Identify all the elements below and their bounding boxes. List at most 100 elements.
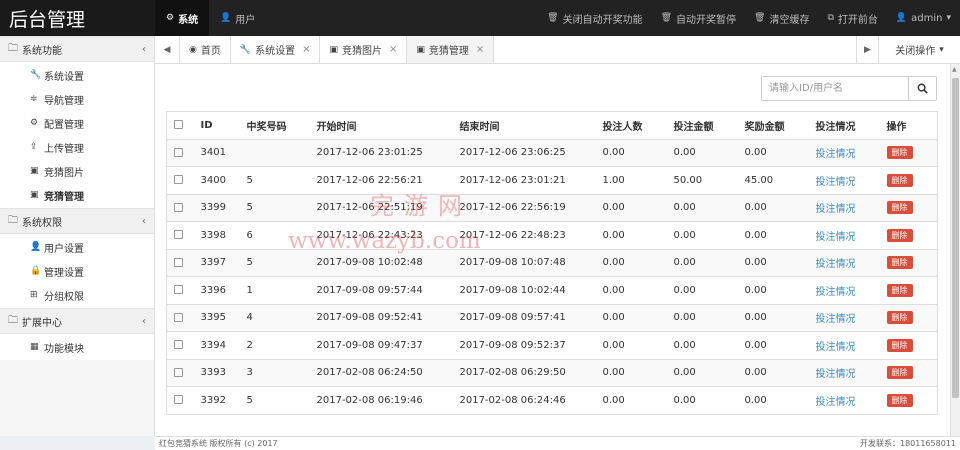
- bet-status-link[interactable]: 投注情况: [816, 397, 856, 408]
- column-header[interactable]: 投注人数: [596, 111, 668, 139]
- column-header[interactable]: 中奖号码: [240, 111, 311, 139]
- row-checkbox[interactable]: [174, 257, 183, 267]
- main-content: ID 中奖号码 开始时间 结束时间 投注人数 投注金额 奖励金额 投注情况 操作…: [155, 64, 950, 436]
- sidebar-item-system-settings[interactable]: 🔧 系统设置: [0, 63, 154, 87]
- bet-status-link[interactable]: 投注情况: [816, 259, 856, 270]
- delete-button[interactable]: 删除: [886, 201, 913, 215]
- tab-system-settings[interactable]: 🔧 系统设置 ×: [231, 36, 321, 63]
- reward-amount-cell: 0.00: [738, 248, 810, 277]
- sidebar-item-quiz-images[interactable]: ▣ 竞猜图片: [0, 159, 154, 183]
- clear-cache-button[interactable]: 🗑 清空缓存: [745, 0, 818, 36]
- close-operations-dropdown[interactable]: 关闭操作 ▾: [878, 36, 960, 63]
- sidebar-item-label: 分组权限: [44, 291, 84, 303]
- column-header[interactable]: 投注情况: [809, 111, 881, 139]
- tab-quiz-manage[interactable]: ▣ 竞猜管理 ×: [407, 36, 495, 63]
- delete-button[interactable]: 删除: [886, 311, 913, 325]
- close-icon[interactable]: ×: [302, 44, 310, 55]
- topnav-user[interactable]: 👤 用户: [209, 0, 266, 36]
- search-box: [761, 76, 937, 101]
- close-icon[interactable]: ×: [389, 44, 397, 55]
- row-checkbox[interactable]: [174, 340, 183, 350]
- delete-button[interactable]: 删除: [886, 146, 913, 160]
- column-header[interactable]: 操作: [880, 111, 938, 139]
- sidebar-item-quiz-manage[interactable]: ▣ 竞猜管理: [0, 183, 154, 207]
- sidebar-item-modules[interactable]: ▦ 功能模块: [0, 335, 154, 359]
- sidebar-item-user-settings[interactable]: 👤 用户设置: [0, 235, 154, 259]
- tab-label: 系统设置: [255, 46, 296, 57]
- bet-status-cell: 投注情况: [809, 193, 881, 222]
- bet-status-link[interactable]: 投注情况: [816, 287, 856, 298]
- row-checkbox[interactable]: [174, 312, 183, 322]
- reward-amount-cell: 0.00: [738, 303, 810, 332]
- bet-status-link[interactable]: 投注情况: [816, 149, 856, 160]
- sidebar-item-admin-settings[interactable]: 🔒 管理设置: [0, 259, 154, 283]
- column-header[interactable]: ID: [194, 111, 241, 139]
- delete-button[interactable]: 删除: [886, 228, 913, 242]
- search-button[interactable]: [908, 77, 936, 100]
- select-all-cell: [166, 111, 195, 139]
- vertical-scrollbar[interactable]: ▲: [950, 64, 960, 436]
- action-cell: 删除: [880, 193, 938, 222]
- delete-button[interactable]: 删除: [886, 173, 913, 187]
- trash-icon: 🗑: [754, 13, 766, 23]
- admin-menu[interactable]: 👤 admin ▾: [887, 0, 960, 36]
- row-checkbox[interactable]: [174, 395, 183, 405]
- row-checkbox[interactable]: [174, 367, 183, 377]
- tab-label: 竞猜管理: [428, 46, 469, 57]
- row-checkbox[interactable]: [174, 175, 183, 185]
- row-checkbox[interactable]: [174, 230, 183, 240]
- bet-status-link[interactable]: 投注情况: [816, 204, 856, 215]
- bet-status-cell: 投注情况: [809, 331, 881, 359]
- sidebar-item-group-permissions[interactable]: ⊞ 分组权限: [0, 283, 154, 307]
- caret-right-icon: ▶: [864, 44, 871, 55]
- search-input[interactable]: [762, 77, 908, 100]
- tab-scroll-left-button[interactable]: ◀: [155, 36, 180, 63]
- column-header[interactable]: 开始时间: [310, 111, 454, 139]
- bet-amount-cell: 0.00: [667, 193, 739, 222]
- topnav-system[interactable]: ⚙ 系统: [155, 0, 210, 36]
- bet-status-link[interactable]: 投注情况: [816, 177, 856, 188]
- row-checkbox[interactable]: [174, 147, 183, 157]
- sidebar-group-permissions[interactable]: 🗀 系统权限 ‹: [0, 208, 154, 234]
- bet-status-link[interactable]: 投注情况: [816, 342, 856, 353]
- delete-button[interactable]: 删除: [886, 338, 913, 352]
- sidebar-item-label: 配置管理: [44, 119, 84, 131]
- column-header[interactable]: 奖励金额: [738, 111, 810, 139]
- sidebar-item-config-manage[interactable]: ⚙ 配置管理: [0, 111, 154, 135]
- bet-status-link[interactable]: 投注情况: [816, 232, 856, 243]
- start-time-cell: 2017-02-08 06:19:46: [310, 386, 454, 414]
- footer: 红包竞猜系统 版权所有 (c) 2017 开发联系：18011658011: [155, 436, 960, 450]
- sidebar-item-nav-manage[interactable]: ≑ 导航管理: [0, 87, 154, 111]
- pause-auto-draw-button[interactable]: 🗑 自动开奖暂停: [652, 0, 745, 36]
- wrench-icon: 🔧: [239, 44, 252, 55]
- scroll-up-icon[interactable]: ▲: [952, 66, 957, 73]
- delete-button[interactable]: 删除: [886, 366, 913, 380]
- close-icon[interactable]: ×: [476, 44, 484, 55]
- disable-auto-draw-button[interactable]: 🗑 关闭自动开奖功能: [538, 0, 651, 36]
- id-cell: 3395: [194, 303, 241, 332]
- bet-status-link[interactable]: 投注情况: [816, 314, 856, 325]
- sidebar-item-upload-manage[interactable]: ⇪ 上传管理: [0, 135, 154, 159]
- table-row: 3397 5 2017-09-08 10:02:48 2017-09-08 10:07…: [166, 248, 938, 277]
- sidebar-group-extensions[interactable]: 🗀 扩展中心 ‹: [0, 308, 154, 334]
- brand-title[interactable]: 后台管理: [0, 0, 155, 36]
- delete-button[interactable]: 删除: [886, 283, 913, 297]
- row-select-cell: [166, 166, 195, 194]
- image-icon: ▣: [329, 44, 338, 55]
- scrollbar-thumb[interactable]: [952, 78, 959, 398]
- column-header[interactable]: 投注金额: [667, 111, 739, 139]
- open-frontend-button[interactable]: ⧉ 打开前台: [818, 0, 886, 36]
- column-header[interactable]: 结束时间: [453, 111, 597, 139]
- tab-scroll-right-button[interactable]: ▶: [856, 36, 878, 63]
- delete-button[interactable]: 删除: [886, 256, 913, 270]
- bet-status-link[interactable]: 投注情况: [816, 369, 856, 380]
- tab-home[interactable]: ◉ 首页: [180, 36, 231, 63]
- row-checkbox[interactable]: [174, 285, 183, 295]
- signpost-icon: ≑: [30, 94, 38, 104]
- select-all-checkbox[interactable]: [174, 120, 183, 130]
- sidebar-group-system[interactable]: 🗀 系统功能 ‹: [0, 36, 154, 62]
- row-checkbox[interactable]: [174, 202, 183, 212]
- delete-button[interactable]: 删除: [886, 393, 913, 407]
- tab-quiz-images[interactable]: ▣ 竞猜图片 ×: [320, 36, 408, 63]
- table-row: 3394 2 2017-09-08 09:47:37 2017-09-08 09:52…: [166, 331, 938, 359]
